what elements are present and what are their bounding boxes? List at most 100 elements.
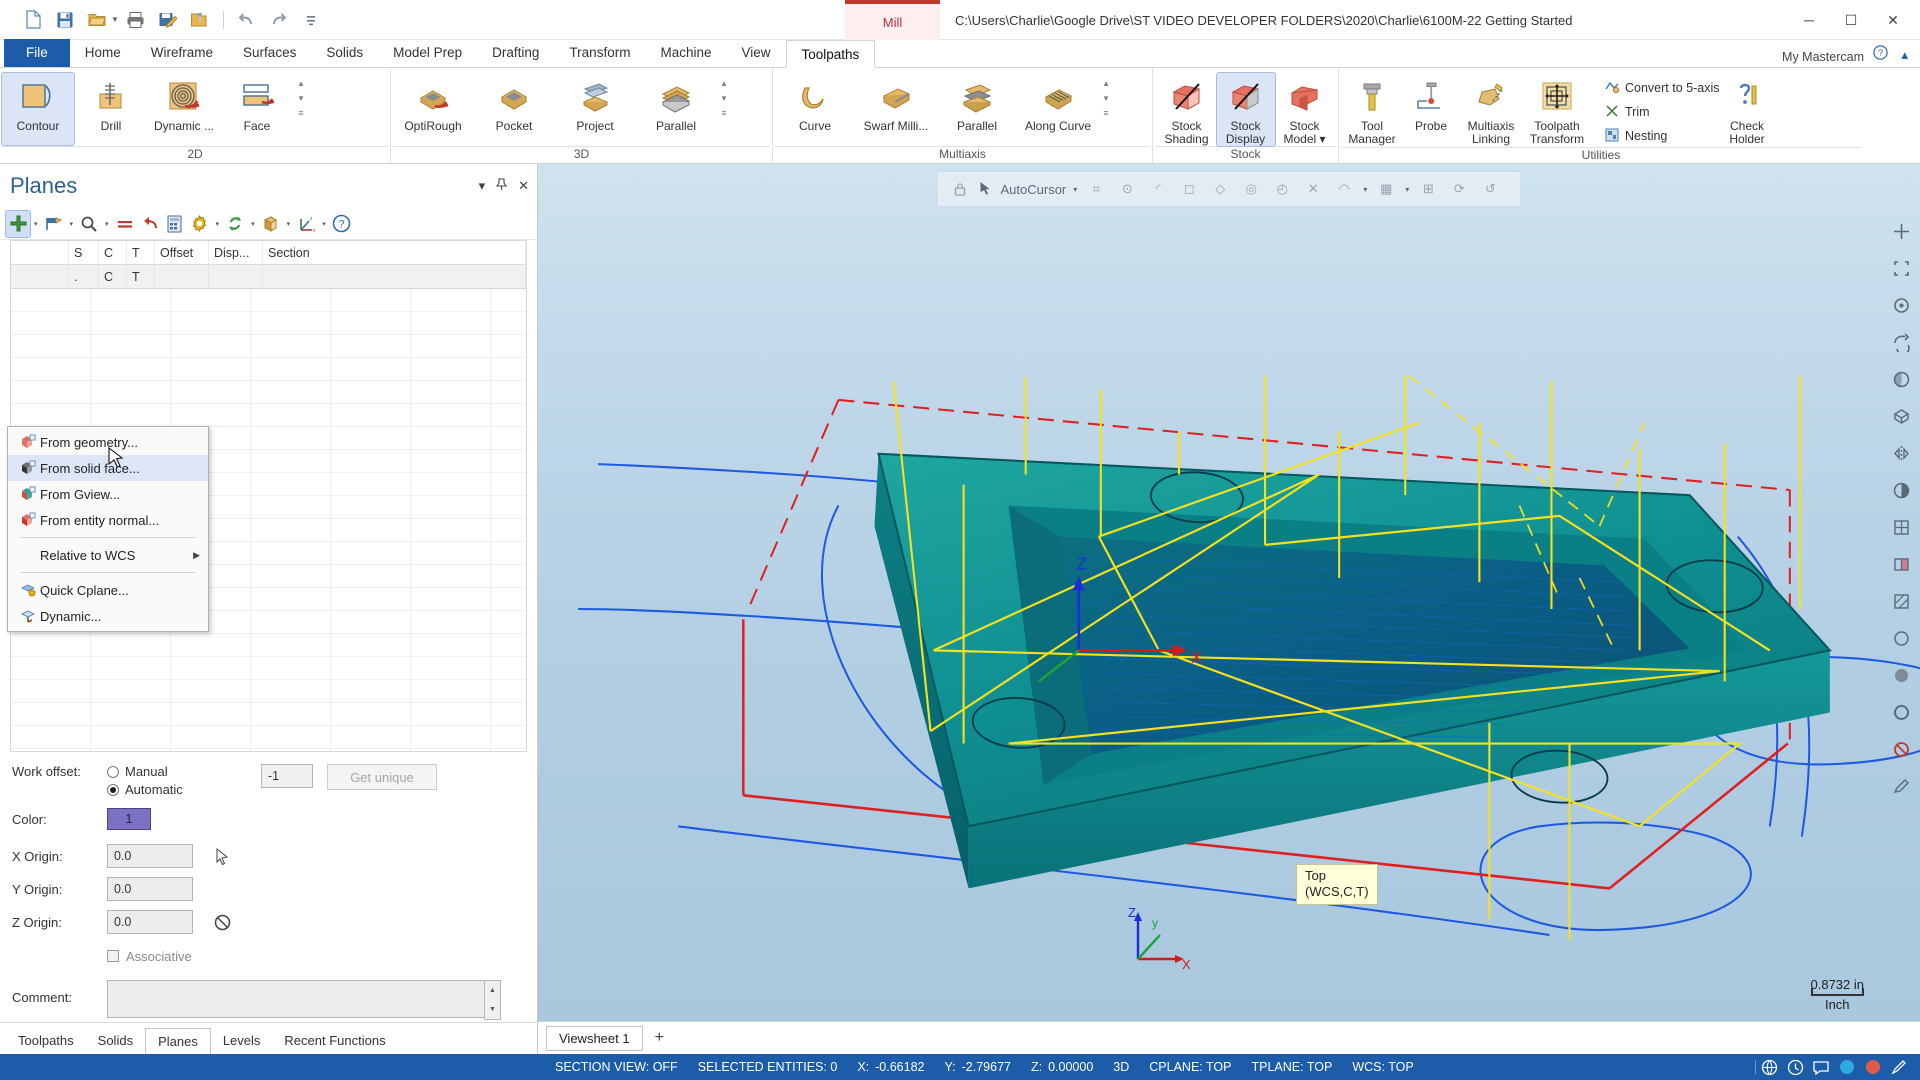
tab-model-prep[interactable]: Model Prep <box>378 39 477 67</box>
tab-levels-panel[interactable]: Levels <box>211 1028 273 1054</box>
status-cplane[interactable]: CPLANE: TOP <box>1139 1054 1241 1080</box>
x-origin-input[interactable]: 0.0 <box>107 844 193 868</box>
viewsheet-tab-1[interactable]: Viewsheet 1 <box>546 1025 643 1051</box>
globe-icon[interactable] <box>1756 1054 1782 1080</box>
scroll-up-icon[interactable]: ▴ <box>1104 79 1109 88</box>
comment-scroll[interactable]: ▲ ▼ <box>484 980 501 1020</box>
scroll-more-icon[interactable]: ≡ <box>1103 109 1108 118</box>
isometric-view-icon[interactable] <box>1884 399 1918 433</box>
tool-manager-button[interactable]: Tool Manager <box>1341 73 1403 146</box>
section-view-icon[interactable] <box>1884 547 1918 581</box>
get-unique-button[interactable]: Get unique <box>327 764 437 790</box>
scroll-more-icon[interactable]: ≡ <box>721 109 726 118</box>
check-holder-button[interactable]: Check Holder <box>1718 73 1776 146</box>
clear-origin-icon[interactable] <box>209 909 235 935</box>
plane-axis-button[interactable]: zx <box>294 211 318 237</box>
status-wcs[interactable]: WCS: TOP <box>1342 1054 1423 1080</box>
menu-item-relative-to-wcs[interactable]: Relative to WCS ▶ <box>8 542 208 568</box>
clear-colors-icon[interactable] <box>1884 769 1918 803</box>
column-name[interactable] <box>11 241 69 264</box>
swarf-milling-button[interactable]: Swarf Milli... <box>856 73 936 145</box>
plane-list-button[interactable] <box>163 211 187 237</box>
fit-view-icon[interactable] <box>1884 214 1918 248</box>
open-dropdown-caret[interactable]: ▼ <box>111 15 119 24</box>
scroll-up-icon[interactable]: ▴ <box>722 79 727 88</box>
add-viewsheet-button[interactable]: + <box>647 1029 672 1047</box>
undo-plane-button[interactable] <box>138 211 162 237</box>
stock-shading-button[interactable]: Stock Shading <box>1158 73 1216 146</box>
group-multiaxis-scroll[interactable]: ▴ ▾ ≡ <box>1099 73 1113 118</box>
open-folder-icon[interactable] <box>82 6 112 34</box>
reset-plane-button[interactable] <box>223 211 247 237</box>
close-icon[interactable]: ✕ <box>518 178 529 194</box>
tab-solids-panel[interactable]: Solids <box>86 1028 145 1054</box>
comment-input[interactable]: ▲ ▼ <box>107 980 501 1020</box>
find-plane-button[interactable] <box>77 211 101 237</box>
along-curve-button[interactable]: Along Curve <box>1018 73 1098 145</box>
menu-item-dynamic[interactable]: Dynamic... <box>8 603 208 629</box>
status-section-view[interactable]: SECTION VIEW: OFF <box>545 1054 688 1080</box>
zoom-target-icon[interactable] <box>1884 288 1918 322</box>
save-as-icon[interactable] <box>153 6 183 34</box>
probe-button[interactable]: Probe <box>1404 73 1458 145</box>
open-project-icon[interactable] <box>185 6 215 34</box>
select-origin-icon[interactable] <box>209 843 235 869</box>
unblank-icon[interactable] <box>1884 695 1918 729</box>
wireframe-icon[interactable] <box>1884 510 1918 544</box>
tab-recent-functions-panel[interactable]: Recent Functions <box>272 1028 397 1054</box>
tab-surfaces[interactable]: Surfaces <box>228 39 311 67</box>
status-3d-toggle[interactable]: 3D <box>1103 1054 1139 1080</box>
clock-icon[interactable] <box>1782 1054 1808 1080</box>
tab-wireframe[interactable]: Wireframe <box>136 39 228 67</box>
tab-planes-panel[interactable]: Planes <box>145 1028 211 1054</box>
parallel-3d-button[interactable]: Parallel <box>636 73 716 145</box>
plane-display-button[interactable] <box>259 211 283 237</box>
select-plane-button[interactable] <box>42 211 66 237</box>
dynamic-rotate-icon[interactable] <box>1884 362 1918 396</box>
associative-checkbox[interactable]: Associative <box>107 949 192 964</box>
menu-item-from-solid-face[interactable]: From solid face... <box>8 455 208 481</box>
tab-view[interactable]: View <box>726 39 785 67</box>
blank-entities-icon[interactable] <box>1884 658 1918 692</box>
mirror-view-icon[interactable] <box>1884 436 1918 470</box>
find-plane-caret[interactable]: ▾ <box>102 220 112 228</box>
comment-scroll-down-icon[interactable]: ▼ <box>485 1000 500 1019</box>
minimize-button[interactable]: ─ <box>1788 4 1830 36</box>
new-file-icon[interactable] <box>18 6 48 34</box>
panel-menu-icon[interactable]: ▾ <box>479 178 486 194</box>
table-row[interactable]: . C T <box>11 265 526 288</box>
comment-scroll-up-icon[interactable]: ▲ <box>485 981 500 1000</box>
zoom-window-icon[interactable] <box>1884 251 1918 285</box>
column-display[interactable]: Disp... <box>209 241 263 264</box>
scroll-down-icon[interactable]: ▾ <box>722 94 727 103</box>
help-icon[interactable]: ? <box>1873 45 1888 63</box>
my-mastercam-link[interactable]: My Mastercam <box>1782 50 1864 64</box>
reset-plane-caret[interactable]: ▾ <box>248 220 258 228</box>
pocket-button[interactable]: Pocket <box>474 73 554 145</box>
column-c[interactable]: C <box>99 241 127 264</box>
select-plane-caret[interactable]: ▾ <box>67 220 77 228</box>
plane-display-caret[interactable]: ▾ <box>284 220 294 228</box>
scroll-down-icon[interactable]: ▾ <box>299 94 304 103</box>
tab-file[interactable]: File <box>4 39 70 67</box>
hide-entities-icon[interactable] <box>1884 621 1918 655</box>
column-offset[interactable]: Offset <box>155 241 209 264</box>
collapse-ribbon-icon[interactable]: ▴ <box>1901 47 1908 63</box>
blue-status-icon[interactable] <box>1834 1054 1860 1080</box>
machine-group-tab[interactable]: Mill <box>845 0 940 40</box>
menu-item-quick-cplane[interactable]: Quick Cplane... <box>8 577 208 603</box>
red-status-icon[interactable] <box>1860 1054 1886 1080</box>
work-offset-automatic-radio[interactable]: Automatic <box>107 782 217 797</box>
status-selected-entities[interactable]: SELECTED ENTITIES: 0 <box>688 1054 848 1080</box>
add-plane-button[interactable] <box>5 209 31 238</box>
plane-settings-caret[interactable]: ▾ <box>213 220 223 228</box>
graphics-viewport[interactable]: AutoCursor ▾ ⌗ ⊙ ◜ ◻ ◇ ◎ ◴ ✕ ◠ ▾ ▦ ▾ ⊞ ⟳… <box>538 164 1920 1054</box>
scroll-more-icon[interactable]: ≡ <box>298 109 303 118</box>
multiaxis-linking-button[interactable]: Multiaxis Linking <box>1459 73 1523 146</box>
shading-icon[interactable] <box>1884 473 1918 507</box>
color-swatch[interactable]: 1 <box>107 808 151 830</box>
pencil-icon[interactable] <box>1886 1054 1912 1080</box>
work-offset-manual-radio[interactable]: Manual <box>107 764 217 779</box>
tab-drafting[interactable]: Drafting <box>477 39 554 67</box>
tab-toolpaths-panel[interactable]: Toolpaths <box>6 1028 86 1054</box>
